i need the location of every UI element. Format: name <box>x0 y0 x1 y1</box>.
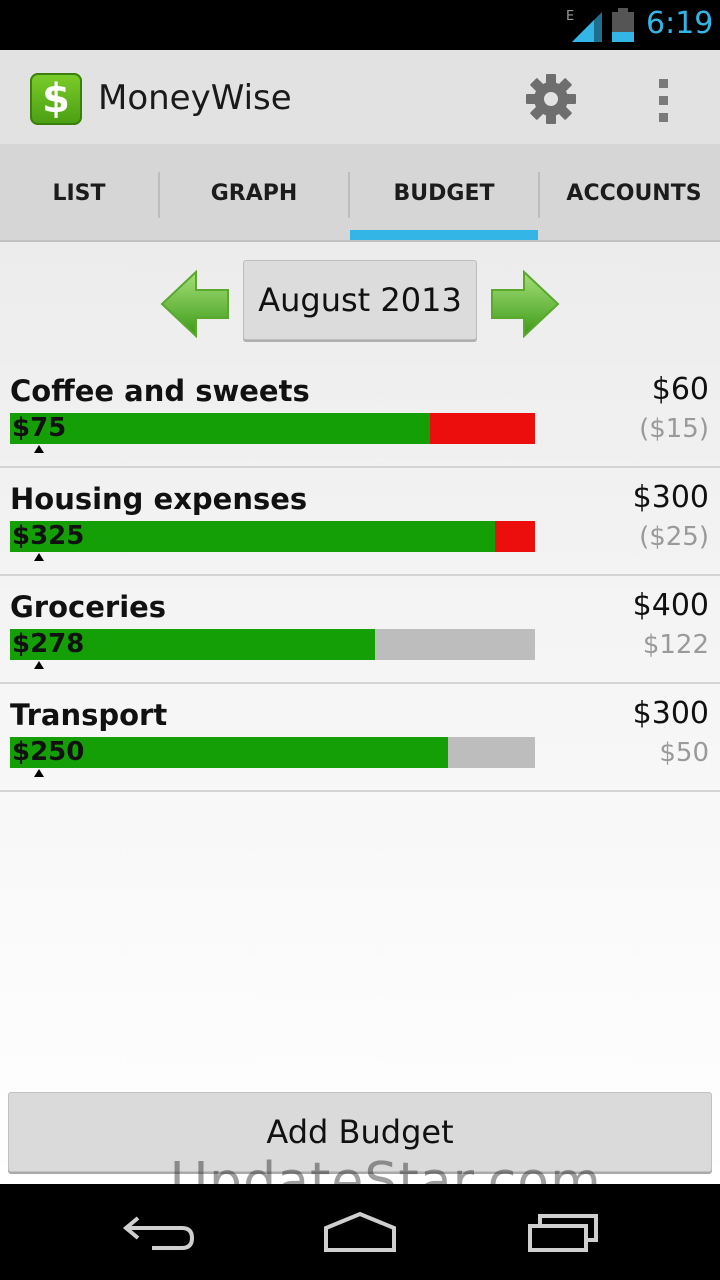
tab-list[interactable]: LIST <box>0 144 158 242</box>
battery-icon <box>612 8 634 42</box>
progress-over-segment <box>430 413 535 444</box>
overflow-menu-icon <box>658 78 668 88</box>
status-bar: E 6:19 <box>0 0 720 50</box>
budget-limit: $400 <box>632 588 709 623</box>
tab-graph[interactable]: GRAPH <box>160 144 348 242</box>
arrow-right-icon <box>491 269 560 339</box>
selected-tab-indicator <box>350 230 538 240</box>
budget-remaining: ($15) <box>639 414 709 444</box>
budget-content: August 2013 Coffee and sweets $60 ($15) … <box>0 242 720 1184</box>
budget-remaining: $122 <box>642 630 709 660</box>
action-bar: $ MoneyWise <box>0 50 720 144</box>
month-navigator: August 2013 <box>0 260 720 342</box>
budget-name: Groceries <box>10 590 167 624</box>
budget-spent-amount: $250 <box>12 737 85 767</box>
back-button[interactable] <box>120 1208 200 1256</box>
budget-limit: $300 <box>632 696 709 731</box>
tab-accounts[interactable]: ACCOUNTS <box>540 144 720 242</box>
budget-name: Housing expenses <box>10 482 308 516</box>
budget-progress-bar: $278 <box>10 629 535 660</box>
budget-name: Transport <box>10 698 168 732</box>
budget-progress-bar: $250 <box>10 737 535 768</box>
budget-progress-bar: $75 <box>10 413 535 444</box>
overflow-menu-button[interactable] <box>640 72 686 128</box>
next-month-button[interactable] <box>490 268 560 340</box>
recent-apps-icon <box>528 1214 598 1252</box>
progress-marker-icon <box>34 769 44 777</box>
progress-spent-segment <box>10 413 430 444</box>
budget-list: Coffee and sweets $60 ($15) $75 Housing … <box>0 360 720 792</box>
progress-marker-icon <box>34 661 44 669</box>
signal-icon: E <box>566 9 602 42</box>
budget-spent-amount: $75 <box>12 413 67 443</box>
budget-progress-bar: $325 <box>10 521 535 552</box>
system-nav-bar <box>0 1184 720 1280</box>
budget-remaining: $50 <box>659 738 709 768</box>
recent-apps-button[interactable] <box>522 1208 602 1256</box>
settings-button[interactable] <box>520 70 582 128</box>
app-logo[interactable]: $ <box>30 73 82 125</box>
budget-name: Coffee and sweets <box>10 374 310 408</box>
budget-spent-amount: $278 <box>12 629 85 659</box>
budget-item[interactable]: Coffee and sweets $60 ($15) $75 <box>0 360 720 468</box>
home-button[interactable] <box>320 1208 400 1256</box>
budget-item[interactable]: Groceries $400 $122 $278 <box>0 576 720 684</box>
progress-over-segment <box>494 521 535 552</box>
network-type-label: E <box>566 9 574 24</box>
previous-month-button[interactable] <box>160 268 230 340</box>
budget-item[interactable]: Housing expenses $300 ($25) $325 <box>0 468 720 576</box>
month-selector-button[interactable]: August 2013 <box>243 260 477 340</box>
back-icon <box>122 1216 195 1250</box>
budget-limit: $300 <box>632 480 709 515</box>
budget-remaining: ($25) <box>639 522 709 552</box>
budget-item[interactable]: Transport $300 $50 $250 <box>0 684 720 792</box>
tab-bar: LIST GRAPH BUDGET ACCOUNTS <box>0 144 720 242</box>
app-title: MoneyWise <box>98 78 292 118</box>
budget-limit: $60 <box>651 372 709 407</box>
progress-marker-icon <box>34 553 44 561</box>
home-icon <box>324 1211 396 1252</box>
arrow-left-icon <box>160 269 229 339</box>
budget-spent-amount: $325 <box>12 521 85 551</box>
status-time: 6:19 <box>646 6 714 41</box>
gear-icon <box>526 74 576 124</box>
tab-budget[interactable]: BUDGET <box>350 144 538 242</box>
progress-marker-icon <box>34 445 44 453</box>
